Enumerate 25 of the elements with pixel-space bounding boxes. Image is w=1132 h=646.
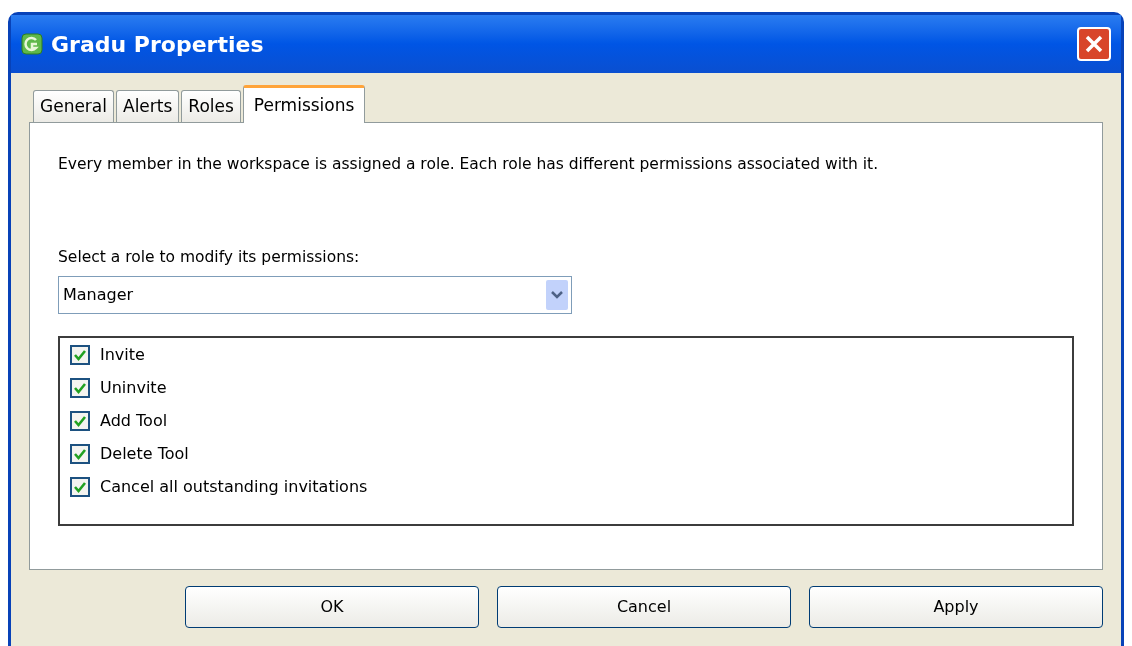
role-label: Select a role to modify its permissions: (58, 247, 361, 269)
permission-label: Invite (100, 343, 145, 366)
description-text: Every member in the workspace is assigned a role. Each role has different permissions associated with it. (58, 154, 880, 175)
tab[interactable]: General (33, 90, 114, 122)
dropdown-value: Manager (63, 283, 135, 306)
checkbox[interactable] (70, 377, 90, 398)
tab[interactable]: Roles (181, 90, 241, 122)
permission-label: Add Tool (100, 409, 168, 432)
app-icon (21, 33, 43, 55)
checkbox[interactable] (70, 344, 90, 365)
dialog-button[interactable]: Cancel (497, 586, 791, 628)
checkbox[interactable] (70, 410, 90, 431)
role-dropdown[interactable]: Manager (58, 275, 572, 314)
tab[interactable]: Permissions (242, 85, 366, 123)
checkbox[interactable] (70, 443, 90, 464)
window-title: Gradu Properties (51, 30, 265, 59)
dialog-button[interactable]: OK (185, 586, 479, 628)
tab[interactable]: Alerts (116, 90, 180, 122)
close-button[interactable] (1077, 27, 1111, 61)
checkbox[interactable] (70, 476, 90, 497)
permission-label: Uninvite (100, 376, 167, 399)
permission-label: Delete Tool (100, 442, 189, 465)
close-icon (1084, 34, 1104, 54)
dialog-button[interactable]: Apply (809, 586, 1103, 628)
permission-label: Cancel all outstanding invitations (100, 475, 368, 498)
